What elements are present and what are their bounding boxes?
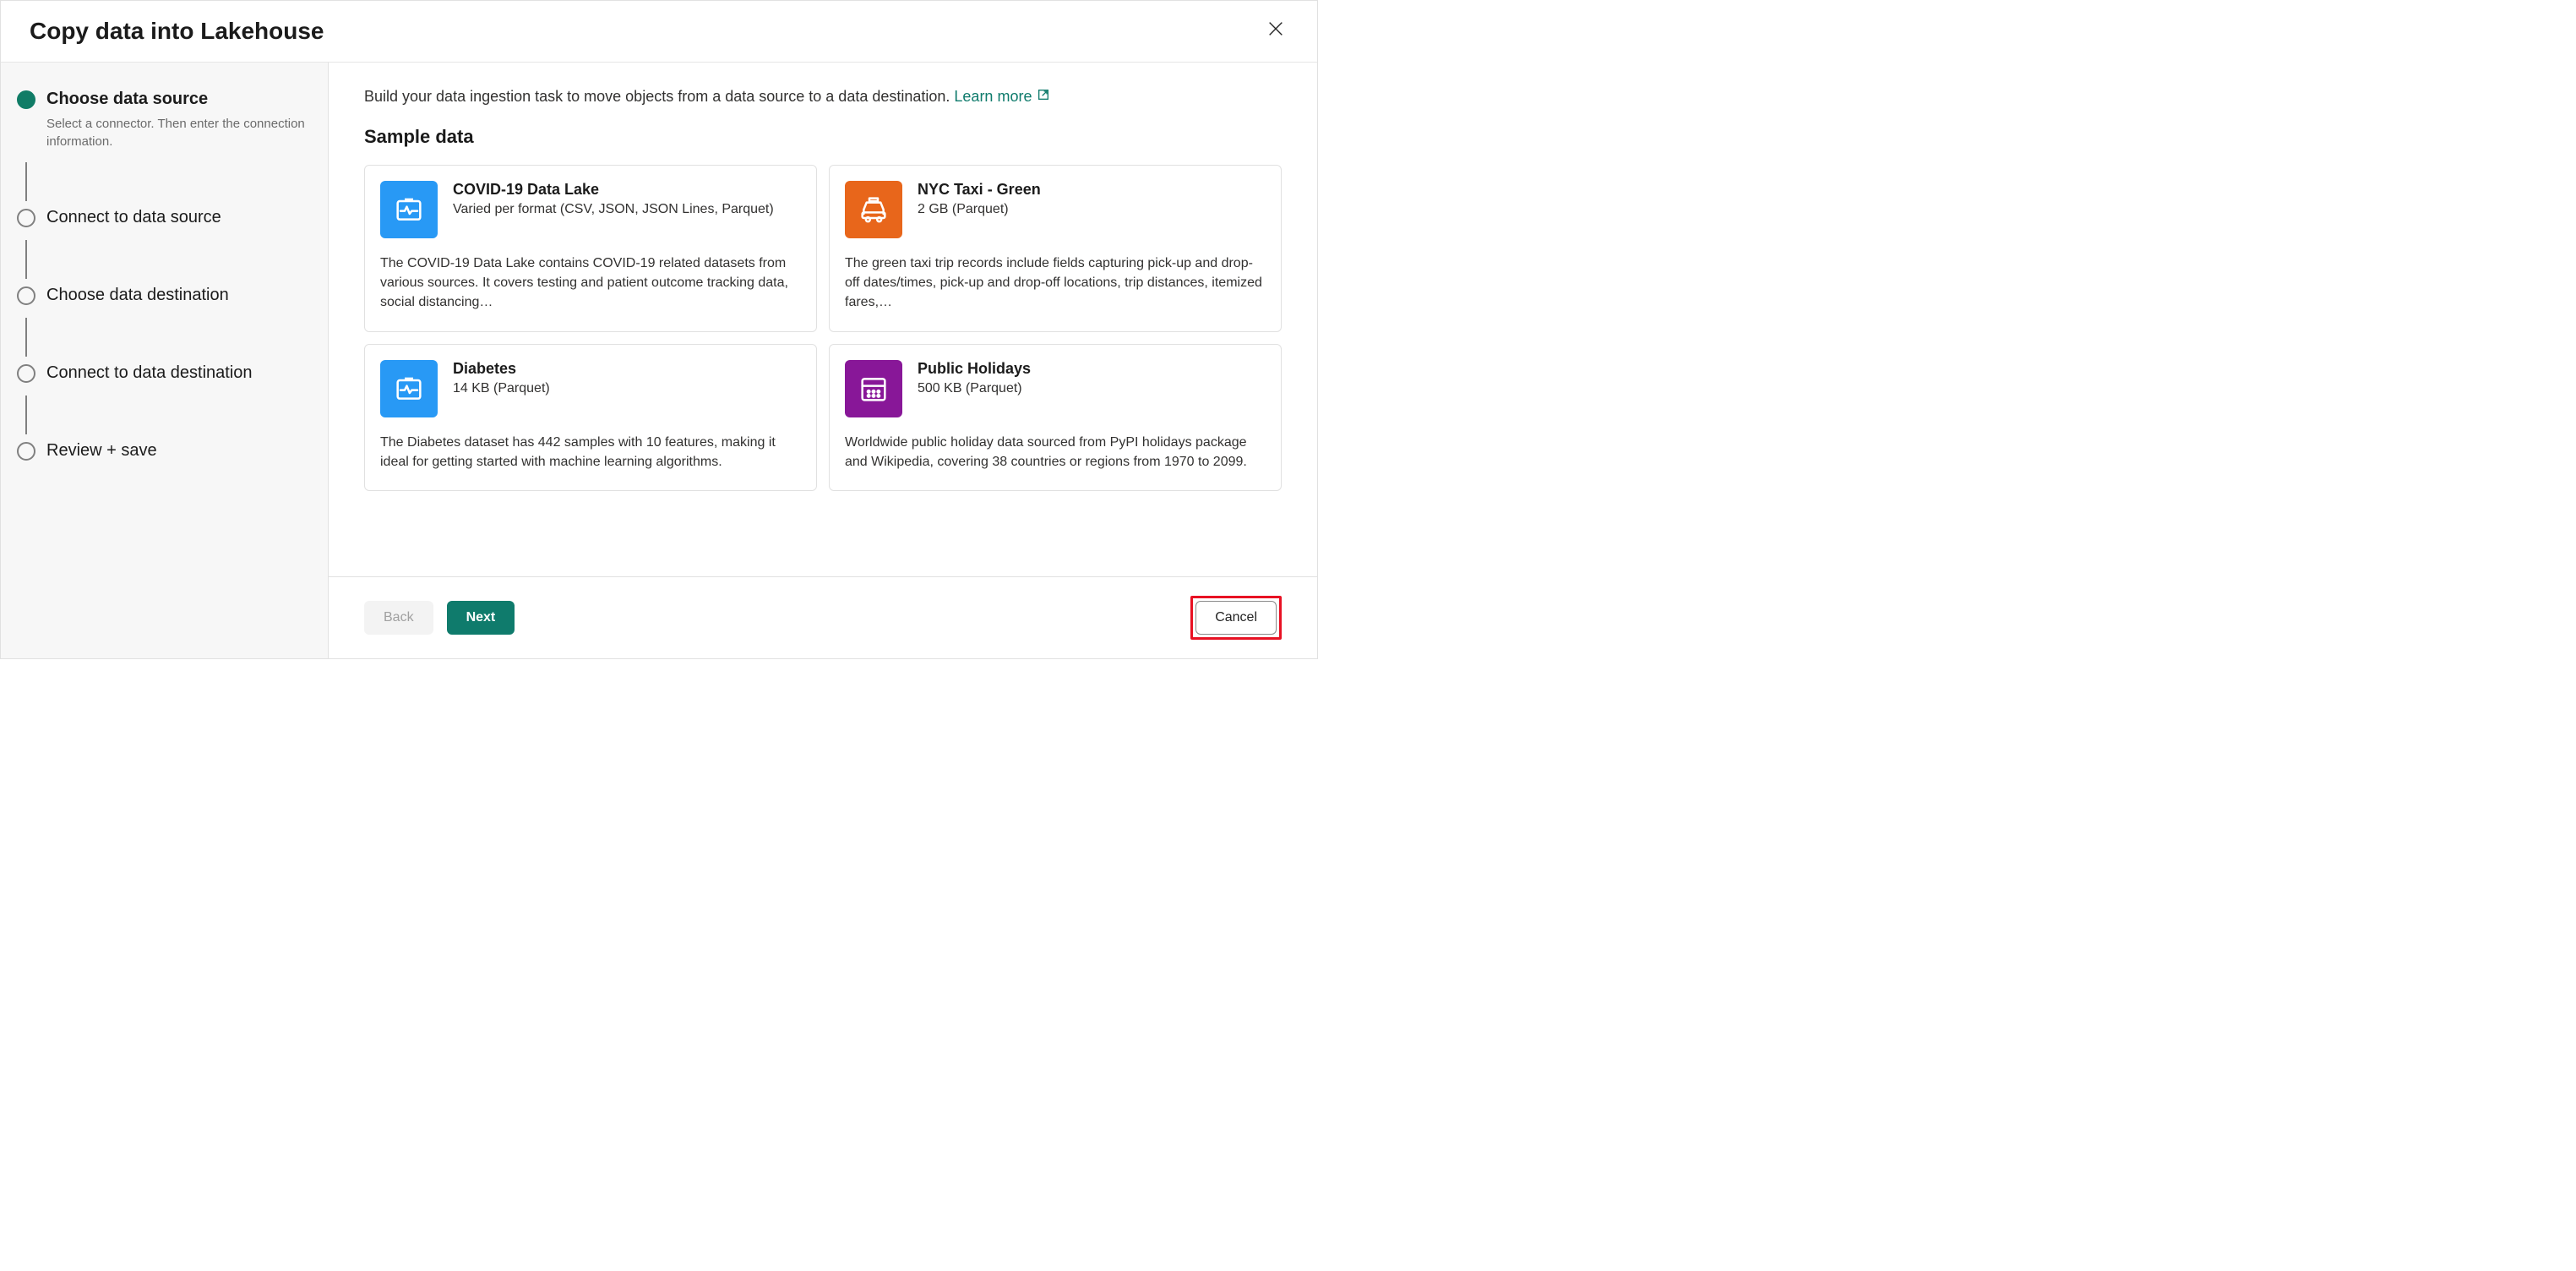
learn-more-link[interactable]: Learn more xyxy=(954,88,1050,106)
step-description: Select a connector. Then enter the conne… xyxy=(46,115,313,150)
card-subtitle: Varied per format (CSV, JSON, JSON Lines… xyxy=(453,200,774,219)
step-title: Review + save xyxy=(46,439,313,461)
step-indicator-icon xyxy=(17,442,35,461)
sample-data-cards: COVID-19 Data Lake Varied per format (CS… xyxy=(364,165,1282,491)
wizard-steps: Choose data source Select a connector. T… xyxy=(1,63,329,658)
card-subtitle: 14 KB (Parquet) xyxy=(453,379,550,398)
card-description: The COVID-19 Data Lake contains COVID-19… xyxy=(380,254,801,313)
external-link-icon xyxy=(1037,88,1050,106)
back-button: Back xyxy=(364,601,433,635)
card-title: NYC Taxi - Green xyxy=(918,181,1041,199)
step-choose-data-destination[interactable]: Choose data destination xyxy=(16,284,313,313)
health-monitor-icon xyxy=(380,181,438,238)
dialog-title: Copy data into Lakehouse xyxy=(30,18,324,45)
step-connector xyxy=(25,395,27,434)
health-monitor-icon xyxy=(380,360,438,417)
copy-data-dialog: Copy data into Lakehouse Choose data sou… xyxy=(0,0,1318,659)
card-diabetes[interactable]: Diabetes 14 KB (Parquet) The Diabetes da… xyxy=(364,344,817,491)
dialog-header: Copy data into Lakehouse xyxy=(1,1,1317,63)
card-title: Public Holidays xyxy=(918,360,1031,378)
intro-sentence: Build your data ingestion task to move o… xyxy=(364,88,954,105)
step-connect-to-data-destination[interactable]: Connect to data destination xyxy=(16,362,313,390)
card-public-holidays[interactable]: Public Holidays 500 KB (Parquet) Worldwi… xyxy=(829,344,1282,491)
close-icon xyxy=(1266,19,1285,38)
taxi-icon xyxy=(845,181,902,238)
dialog-body: Choose data source Select a connector. T… xyxy=(1,63,1317,658)
cancel-button[interactable]: Cancel xyxy=(1195,601,1277,635)
next-button[interactable]: Next xyxy=(447,601,515,635)
step-indicator-icon xyxy=(17,364,35,383)
step-indicator-icon xyxy=(17,209,35,227)
step-indicator-icon xyxy=(17,90,35,109)
dialog-footer: Back Next Cancel xyxy=(329,576,1317,658)
step-title: Connect to data destination xyxy=(46,362,313,384)
step-connector xyxy=(25,318,27,357)
step-choose-data-source[interactable]: Choose data source Select a connector. T… xyxy=(16,88,313,157)
card-title: Diabetes xyxy=(453,360,550,378)
card-title: COVID-19 Data Lake xyxy=(453,181,774,199)
card-covid-19-data-lake[interactable]: COVID-19 Data Lake Varied per format (CS… xyxy=(364,165,817,332)
step-connector xyxy=(25,240,27,279)
card-nyc-taxi-green[interactable]: NYC Taxi - Green 2 GB (Parquet) The gree… xyxy=(829,165,1282,332)
step-connect-to-data-source[interactable]: Connect to data source xyxy=(16,206,313,235)
step-review-save[interactable]: Review + save xyxy=(16,439,313,468)
step-title: Connect to data source xyxy=(46,206,313,228)
main-panel: Build your data ingestion task to move o… xyxy=(329,63,1317,658)
card-subtitle: 500 KB (Parquet) xyxy=(918,379,1031,398)
calendar-icon xyxy=(845,360,902,417)
card-subtitle: 2 GB (Parquet) xyxy=(918,200,1041,219)
step-indicator-icon xyxy=(17,286,35,305)
main-content: Build your data ingestion task to move o… xyxy=(329,63,1317,576)
intro-text: Build your data ingestion task to move o… xyxy=(364,88,1282,106)
close-button[interactable] xyxy=(1263,16,1288,46)
step-connector xyxy=(25,162,27,201)
card-description: The Diabetes dataset has 442 samples wit… xyxy=(380,433,801,472)
learn-more-label: Learn more xyxy=(954,88,1032,106)
step-title: Choose data destination xyxy=(46,284,313,306)
step-title: Choose data source xyxy=(46,88,313,110)
card-description: The green taxi trip records include fiel… xyxy=(845,254,1266,313)
section-title-sample-data: Sample data xyxy=(364,126,1282,148)
card-description: Worldwide public holiday data sourced fr… xyxy=(845,433,1266,472)
cancel-highlight: Cancel xyxy=(1190,596,1282,640)
